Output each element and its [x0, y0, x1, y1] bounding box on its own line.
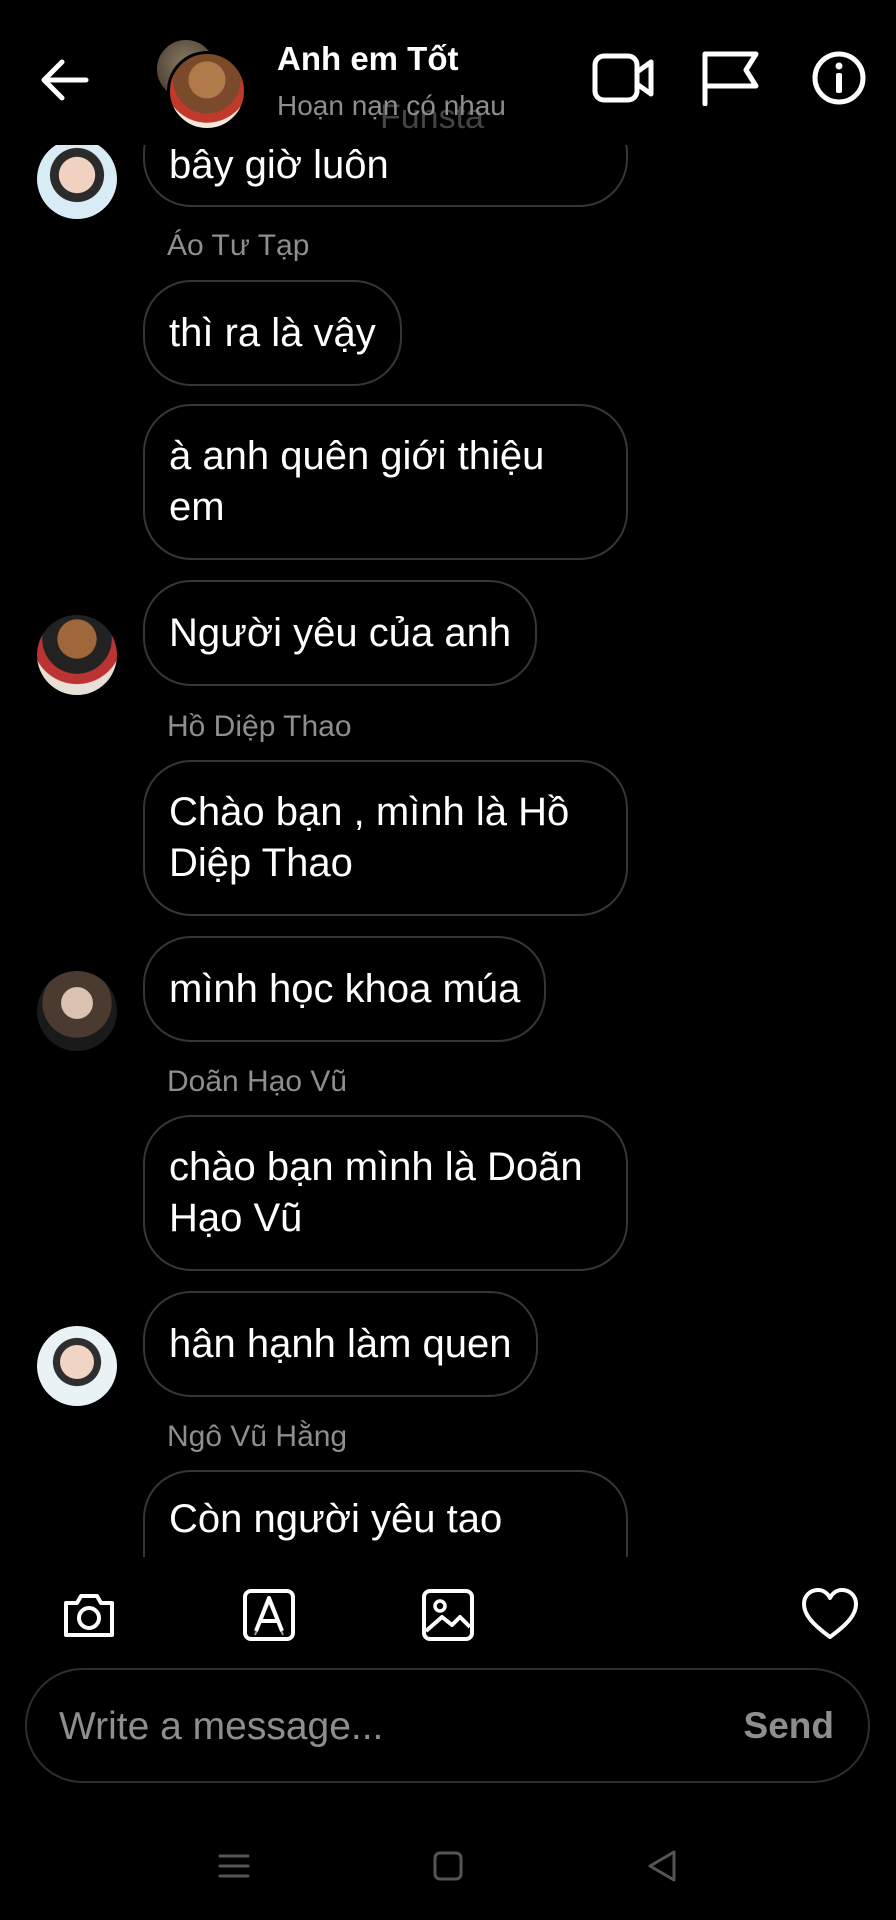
sender-name: Ngô Vũ Hằng [167, 1420, 348, 1453]
back-triangle-icon[interactable] [642, 1846, 682, 1886]
group-subtitle: Hoạn nạn có nhau [277, 90, 506, 121]
avatar[interactable] [37, 145, 117, 219]
video-call-icon[interactable] [592, 50, 654, 106]
message-bubble[interactable]: Còn người yêu tao [143, 1470, 628, 1557]
message-bubble[interactable]: thì ra là vậy [143, 280, 402, 386]
group-avatar[interactable] [155, 38, 247, 131]
message-input[interactable] [57, 1670, 711, 1783]
arrow-left-icon[interactable] [36, 56, 92, 104]
heart-icon[interactable] [801, 1587, 859, 1643]
message-bubble[interactable]: Người yêu của anh [143, 580, 538, 686]
gallery-icon[interactable] [420, 1587, 476, 1643]
message-bubble[interactable]: bây giờ luôn [143, 145, 628, 207]
message-bubble[interactable]: à anh quên giới thiệu em [143, 404, 628, 560]
home-icon[interactable] [428, 1846, 468, 1886]
send-button[interactable]: Send [744, 1670, 834, 1781]
group-avatar-front [167, 51, 247, 131]
message-composer: Send [25, 1668, 870, 1783]
sender-name: Hồ Diệp Thao [167, 710, 352, 743]
avatar[interactable] [37, 971, 117, 1051]
composer-toolbar [0, 1557, 896, 1667]
info-icon[interactable] [808, 50, 870, 106]
menu-icon[interactable] [214, 1846, 254, 1886]
chat-header: Funsta Anh em Tốt Hoạn nạn có nhau [0, 0, 896, 145]
message-bubble[interactable]: mình học khoa múa [143, 936, 547, 1042]
avatar[interactable] [37, 615, 117, 695]
flag-icon[interactable] [700, 50, 762, 106]
message-bubble[interactable]: chào bạn mình là Doãn Hạo Vũ [143, 1115, 628, 1271]
camera-icon[interactable] [61, 1587, 117, 1643]
message-bubble[interactable]: Chào bạn , mình là Hồ Diệp Thao [143, 760, 628, 916]
group-title[interactable]: Anh em Tốt [277, 40, 458, 78]
text-style-icon[interactable] [241, 1587, 297, 1643]
sender-name: Áo Tư Tạp [167, 229, 310, 262]
message-list[interactable]: bây giờ luôn Áo Tư Tạp thì ra là vậy à a… [0, 145, 896, 1557]
avatar[interactable] [37, 1326, 117, 1406]
message-bubble[interactable]: hân hạnh làm quen [143, 1291, 538, 1397]
sender-name: Doãn Hạo Vũ [167, 1065, 348, 1098]
system-navigation-bar [0, 1800, 896, 1920]
